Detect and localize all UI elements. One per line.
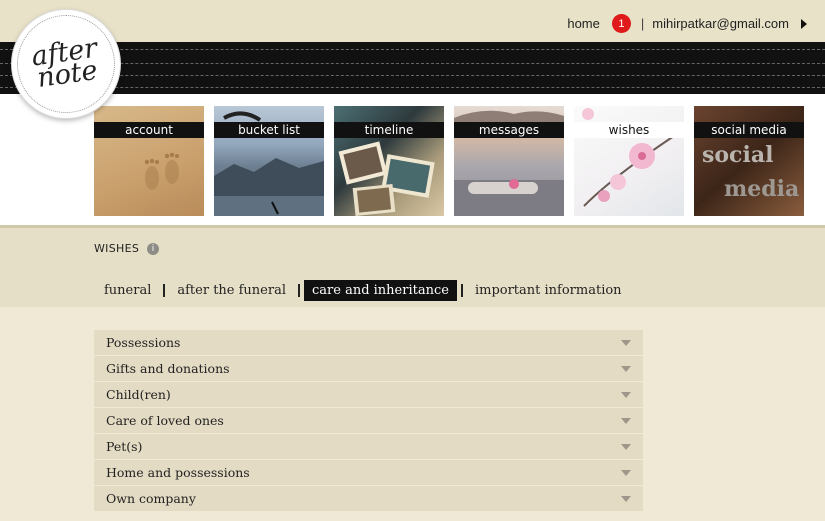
accordion-label: Gifts and donations xyxy=(106,361,230,376)
tile-label: account xyxy=(94,122,204,138)
tile-label: social media xyxy=(694,122,804,138)
tile-label: messages xyxy=(454,122,564,138)
tab-funeral[interactable]: funeral xyxy=(96,280,159,301)
accordion-row[interactable]: Own company xyxy=(94,486,643,512)
tile-photo-text: media xyxy=(724,176,799,202)
notification-badge[interactable]: 1 xyxy=(611,14,631,33)
accordion-label: Possessions xyxy=(106,335,181,350)
tab-important-information[interactable]: important information xyxy=(467,280,630,301)
section-tiles: account bucket list timeline messages wi… xyxy=(94,106,804,216)
info-icon[interactable]: i xyxy=(147,242,160,255)
logo-line-2: note xyxy=(35,54,100,94)
chevron-down-icon[interactable] xyxy=(621,365,631,372)
stitch-line xyxy=(0,63,825,64)
chevron-down-icon[interactable] xyxy=(621,339,631,346)
accordion-label: Pet(s) xyxy=(106,439,143,454)
section-title-text: WISHES xyxy=(94,242,140,255)
chevron-down-icon[interactable] xyxy=(621,391,631,398)
accordion-row[interactable]: Child(ren) xyxy=(94,382,643,408)
stitch-line xyxy=(0,87,825,88)
accordion-label: Own company xyxy=(106,491,196,506)
tab-separator xyxy=(163,284,166,297)
accordion-label: Child(ren) xyxy=(106,387,171,402)
tile-account[interactable]: account xyxy=(94,106,204,216)
tab-care-and-inheritance[interactable]: care and inheritance xyxy=(304,280,457,301)
user-email-link[interactable]: mihirpatkar@gmail.com xyxy=(652,16,789,31)
stitch-line xyxy=(0,75,825,76)
accordion-row[interactable]: Pet(s) xyxy=(94,434,643,460)
stitch-line xyxy=(0,49,825,50)
afternote-logo[interactable]: after note xyxy=(12,10,120,118)
home-link[interactable]: home xyxy=(567,16,600,31)
accordion-row[interactable]: Home and possessions xyxy=(94,460,643,486)
chevron-down-icon[interactable] xyxy=(621,495,631,502)
tile-photo-text: social xyxy=(702,142,773,168)
accordion-row[interactable]: Gifts and donations xyxy=(94,356,643,382)
chevron-down-icon[interactable] xyxy=(621,443,631,450)
header-band xyxy=(0,42,825,94)
tile-messages[interactable]: messages xyxy=(454,106,564,216)
tile-social-media[interactable]: social media social media xyxy=(694,106,804,216)
top-bar: home 1 | mihirpatkar@gmail.com xyxy=(0,0,825,42)
accordion-label: Care of loved ones xyxy=(106,413,224,428)
tab-separator xyxy=(298,284,300,297)
caret-right-icon[interactable] xyxy=(801,18,807,29)
tile-label: wishes xyxy=(574,122,684,138)
top-nav: home 1 | mihirpatkar@gmail.com xyxy=(567,14,807,33)
chevron-down-icon[interactable] xyxy=(621,469,631,476)
accordion-label: Home and possessions xyxy=(106,465,250,480)
tile-timeline[interactable]: timeline xyxy=(334,106,444,216)
accordion-row[interactable]: Care of loved ones xyxy=(94,408,643,434)
section-title: WISHES i xyxy=(94,242,160,255)
tile-label: timeline xyxy=(334,122,444,138)
tile-wishes[interactable]: wishes xyxy=(574,106,684,216)
tab-after-the-funeral[interactable]: after the funeral xyxy=(169,280,294,301)
subtabs: funeral after the funeral care and inher… xyxy=(96,280,630,301)
nav-separator: | xyxy=(640,16,645,31)
tab-separator xyxy=(460,284,463,297)
accordion: Possessions Gifts and donations Child(re… xyxy=(94,330,643,512)
tile-bucket-list[interactable]: bucket list xyxy=(214,106,324,216)
accordion-row[interactable]: Possessions xyxy=(94,330,643,356)
chevron-down-icon[interactable] xyxy=(621,417,631,424)
logo-text: after note xyxy=(30,33,101,94)
tile-label: bucket list xyxy=(214,122,324,138)
